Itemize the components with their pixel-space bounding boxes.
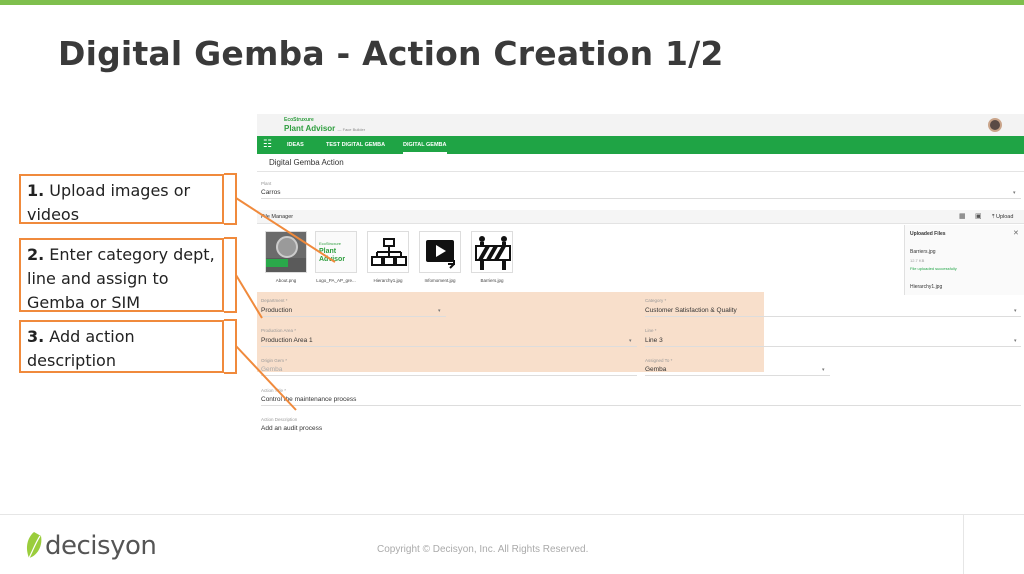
- footer-divider: [0, 514, 1024, 515]
- connector-2: [235, 274, 263, 319]
- bracket-1: [224, 173, 237, 225]
- leaf-logo-icon: [26, 532, 42, 559]
- bracket-3: [224, 319, 237, 374]
- connector-3: [235, 345, 297, 411]
- footer-vertical-divider: [963, 514, 964, 574]
- logo-text: decisyon: [45, 531, 157, 561]
- callout-connectors: [224, 173, 336, 411]
- connector-1: [235, 197, 336, 263]
- bracket-2: [224, 237, 237, 313]
- copyright-text: Copyright © Decisyon, Inc. All Rights Re…: [377, 544, 589, 555]
- decisyon-logo: decisyon: [23, 530, 163, 562]
